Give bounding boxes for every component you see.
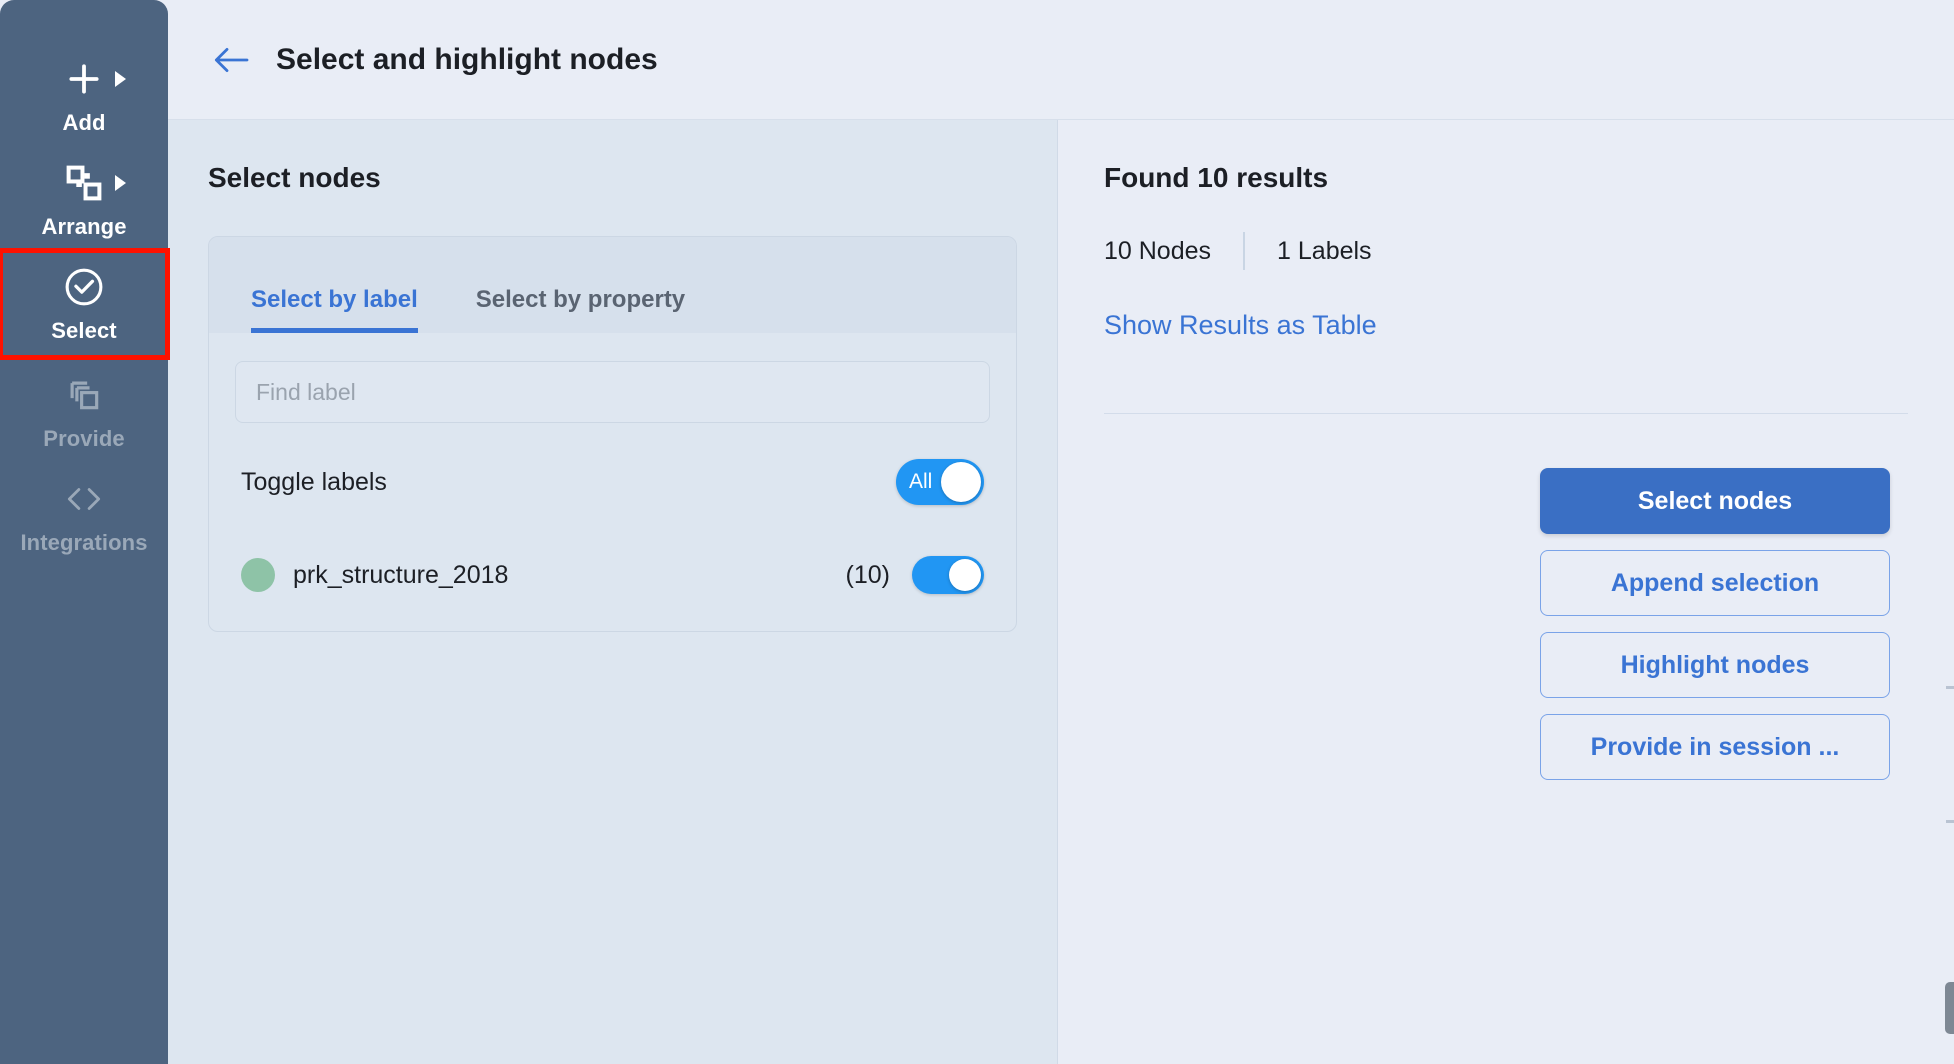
sidebar-item-label-integrations: Integrations [20,530,148,555]
content-area: Select nodes Select by label Select by p… [168,120,1954,1064]
label-toggle-switch[interactable] [912,556,984,594]
sidebar-item-integrations[interactable]: Integrations [0,462,168,566]
highlight-nodes-button[interactable]: Highlight nodes [1540,632,1890,698]
label-name: prk_structure_2018 [293,560,509,589]
label-color-dot-icon [241,558,275,592]
arrow-left-icon [214,47,249,72]
sidebar-item-label-select: Select [51,318,117,343]
toggle-all-switch[interactable]: All [896,459,984,505]
code-brackets-icon [67,488,101,510]
stat-labels: 1 Labels [1277,236,1372,265]
results-panel: Found 10 results 10 Nodes 1 Labels Show … [1058,120,1954,1064]
results-actions: Select nodes Append selection Highlight … [1104,468,1908,780]
copy-layers-icon [70,381,99,410]
app-root: Add Arrange Select Provide Integrations … [0,0,1954,1064]
clipped-right-edge-elements [1940,120,1954,1064]
left-sidebar: Add Arrange Select Provide Integrations [0,0,170,1064]
plus-icon [69,64,99,94]
sidebar-item-provide[interactable]: Provide [0,358,168,462]
sidebar-item-select[interactable]: Select [0,248,170,360]
check-circle-icon [65,268,103,306]
find-label-input[interactable] [235,361,990,423]
select-nodes-panel: Select nodes Select by label Select by p… [168,120,1058,1064]
label-count: (10) [845,560,890,589]
sidebar-item-label-arrange: Arrange [41,214,127,239]
select-nodes-heading: Select nodes [208,162,381,193]
page-title: Select and highlight nodes [276,42,658,76]
chevron-right-icon-arrange [115,175,126,191]
results-divider [1104,413,1908,414]
toggle-all-switch-knob [941,462,981,502]
sidebar-icon-wrap-integrations [0,476,168,522]
stat-nodes: 10 Nodes [1104,236,1212,265]
sidebar-icon-wrap-select [0,264,168,310]
show-results-as-table-link[interactable]: Show Results as Table [1104,310,1377,341]
arrange-icon [66,165,102,201]
page-header: Select and highlight nodes [168,0,1954,120]
select-card: Select by label Select by property Toggl… [208,236,1017,632]
results-heading: Found 10 results [1104,162,1329,193]
sidebar-icon-wrap-add [0,56,168,102]
label-toggle-switch-knob [949,559,981,591]
sidebar-item-arrange[interactable]: Arrange [0,146,168,250]
edge-scroll-handle-upper[interactable] [1945,982,1954,1034]
edge-tick-upper [1946,686,1954,689]
toggle-labels-controls: All [896,459,984,505]
select-tabs: Select by label Select by property [209,237,1016,333]
list-item: prk_structure_2018 (10) [235,553,990,597]
sidebar-icon-wrap-provide [0,372,168,418]
main-area: Select and highlight nodes Select nodes … [168,0,1954,1064]
results-stats: 10 Nodes 1 Labels [1104,232,1908,270]
append-selection-button[interactable]: Append selection [1540,550,1890,616]
select-card-body: Toggle labels All prk_st [209,333,1016,631]
label-name-wrap: prk_structure_2018 [241,558,508,592]
provide-in-session-button[interactable]: Provide in session ... [1540,714,1890,780]
sidebar-icon-wrap-arrange [0,160,168,206]
toggle-all-switch-text: All [909,470,933,493]
toggle-labels-label: Toggle labels [241,467,387,496]
sidebar-item-label-add: Add [62,110,106,135]
edge-tick-lower [1946,820,1954,823]
tab-select-by-property[interactable]: Select by property [476,286,685,333]
label-row-controls: (10) [846,556,984,594]
sidebar-item-label-provide: Provide [43,426,125,451]
tab-select-by-label[interactable]: Select by label [251,286,418,333]
sidebar-item-add[interactable]: Add [0,42,168,146]
chevron-right-icon-add [115,71,126,87]
back-button[interactable] [208,37,254,83]
toggle-labels-row: Toggle labels All [235,459,990,505]
stat-divider [1243,232,1246,270]
select-nodes-button[interactable]: Select nodes [1540,468,1890,534]
